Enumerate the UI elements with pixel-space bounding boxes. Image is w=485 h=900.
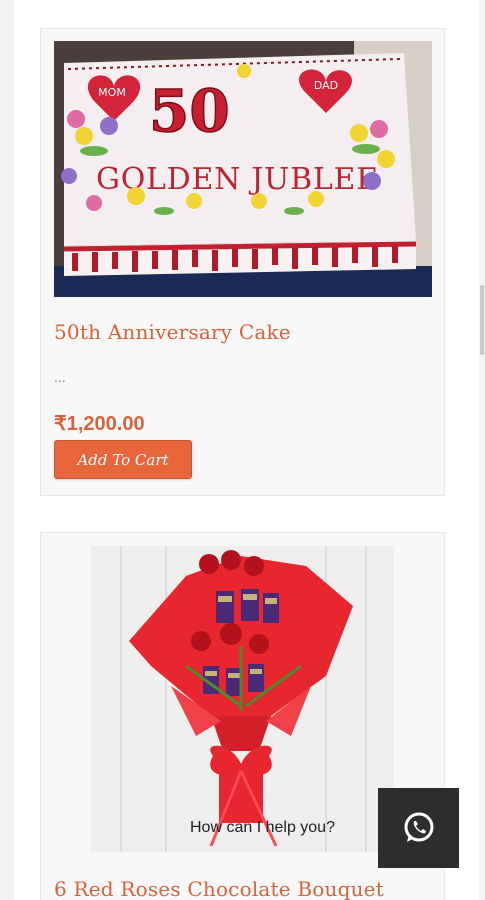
product-title[interactable]: 6 Red Roses Chocolate Bouquet [54,877,384,900]
page: MOM DAD 50 GOLDEN JUBLEE [0,0,485,900]
page-left-edge [0,0,14,900]
scrollbar-track[interactable] [479,0,485,900]
cake-heart-right-text: DAD [314,79,338,92]
product-title[interactable]: 50th Anniversary Cake [54,320,291,344]
cake-heart-left-text: MOM [98,86,126,99]
bouquet-illustration [91,546,394,852]
add-to-cart-button[interactable]: Add To Cart [54,440,192,479]
product-card: MOM DAD 50 GOLDEN JUBLEE [40,28,445,496]
whatsapp-icon [404,812,433,842]
product-price: ₹1,200.00 [54,413,145,435]
product-image-bouquet[interactable] [91,546,394,852]
product-image-cake[interactable]: MOM DAD 50 GOLDEN JUBLEE [54,41,432,297]
cake-illustration: MOM DAD 50 GOLDEN JUBLEE [54,41,432,297]
product-excerpt: ... [54,369,66,385]
chat-prompt: How can I help you? [190,819,335,836]
scrollbar-thumb[interactable] [480,285,484,355]
whatsapp-chat-button[interactable] [378,788,459,868]
cake-number-text: 50 [149,77,230,145]
